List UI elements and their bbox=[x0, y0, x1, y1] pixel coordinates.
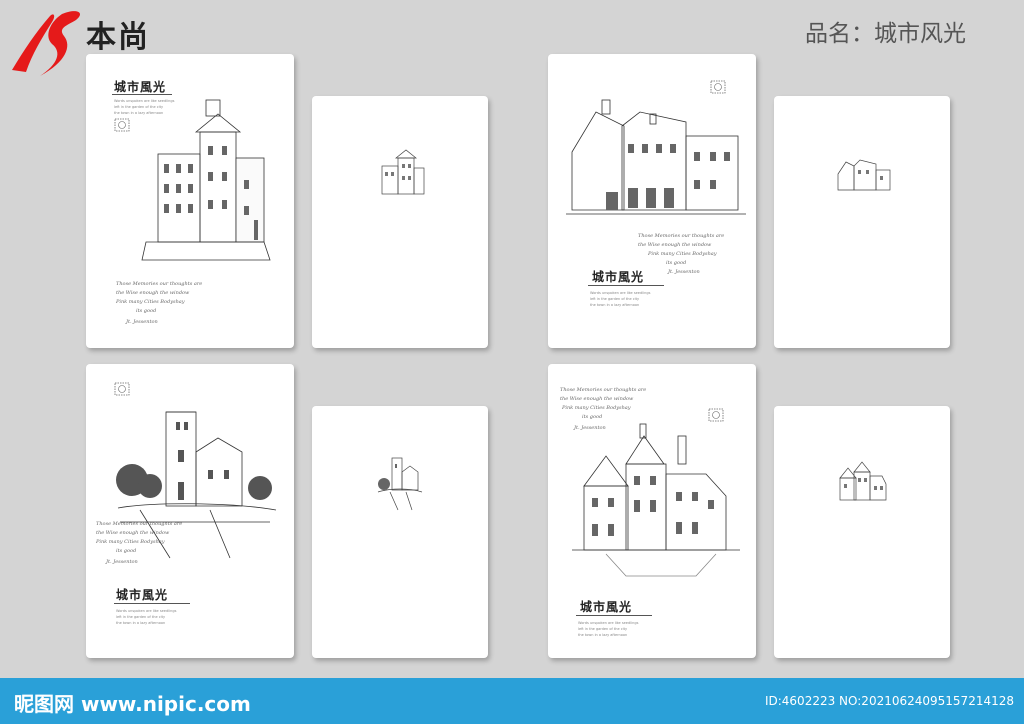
brand-name: 本尚 bbox=[86, 20, 150, 55]
script-signature: Jt. Jessenton bbox=[106, 559, 138, 565]
cover-title: 城市風光 bbox=[114, 80, 167, 94]
cover-front-1: 城市風光 Words unspoken are like seedlings l… bbox=[86, 54, 294, 348]
script-signature: Jt. Jessenton bbox=[668, 269, 700, 275]
script-line: Pink many Cities Bodyshay bbox=[648, 251, 717, 257]
caption-line: the town in a lazy afternoon bbox=[578, 633, 628, 637]
cover-title: 城市風光 bbox=[580, 600, 633, 614]
townhouse-thumbnail bbox=[381, 149, 425, 195]
street-corner-thumbnail bbox=[837, 159, 891, 191]
script-line: the Wise enough the window bbox=[96, 530, 170, 536]
script-line: Pink many Cities Bodyshay bbox=[96, 539, 165, 545]
script-line: Pink many Cities Bodyshay bbox=[562, 405, 631, 411]
cover-front-2: Those Memories our thoughts are the Wise… bbox=[548, 54, 756, 348]
script-line: the Wise enough the window bbox=[560, 396, 634, 402]
cover-back-4 bbox=[774, 406, 950, 658]
script-signature: Jt. Jessenton bbox=[126, 319, 158, 325]
product-name-label: 品名：城市风光 bbox=[805, 21, 966, 47]
cover-back-3 bbox=[312, 406, 488, 658]
script-line: Those Memories our thoughts are bbox=[560, 387, 647, 393]
church-tower-thumbnail bbox=[377, 457, 423, 511]
script-line: Those Memories our thoughts are bbox=[638, 233, 725, 239]
title-underline bbox=[588, 285, 664, 286]
cover-title: 城市風光 bbox=[592, 270, 645, 284]
script-line: Pink many Cities Bodyshay bbox=[116, 299, 185, 305]
title-underline bbox=[576, 615, 652, 616]
cover-front-4: Those Memories our thoughts are the Wise… bbox=[548, 364, 756, 658]
script-line: Those Memories our thoughts are bbox=[116, 281, 203, 287]
title-underline bbox=[112, 94, 172, 95]
townhouse-sketch bbox=[141, 99, 271, 261]
manor-house-sketch bbox=[572, 423, 740, 577]
script-line: the Wise enough the window bbox=[638, 242, 712, 248]
script-line: its good bbox=[666, 260, 687, 266]
footer-site-label: 昵图网 www.nipic.com bbox=[14, 692, 251, 716]
street-corner-sketch bbox=[566, 99, 746, 215]
manor-house-thumbnail bbox=[839, 461, 887, 501]
footer-image-id: ID:4602223 NO:20210624095157214128 bbox=[764, 694, 1014, 708]
script-line: Those Memories our thoughts are bbox=[96, 521, 183, 527]
script-line: its good bbox=[116, 548, 137, 554]
caption-line: the town in a lazy afternoon bbox=[590, 303, 640, 307]
cover-front-3: Those Memories our thoughts are the Wise… bbox=[86, 364, 294, 658]
cover-back-1 bbox=[312, 96, 488, 348]
caption-line: the town in a lazy afternoon bbox=[116, 621, 166, 625]
postmark-stamp-icon bbox=[114, 118, 130, 132]
script-line: its good bbox=[136, 308, 157, 314]
cover-title: 城市風光 bbox=[116, 588, 169, 602]
title-underline bbox=[114, 603, 190, 604]
cover-back-2 bbox=[774, 96, 950, 348]
script-line: the Wise enough the window bbox=[116, 290, 190, 296]
footer-bar: 昵图网 www.nipic.com ID:4602223 NO:20210624… bbox=[0, 678, 1024, 724]
